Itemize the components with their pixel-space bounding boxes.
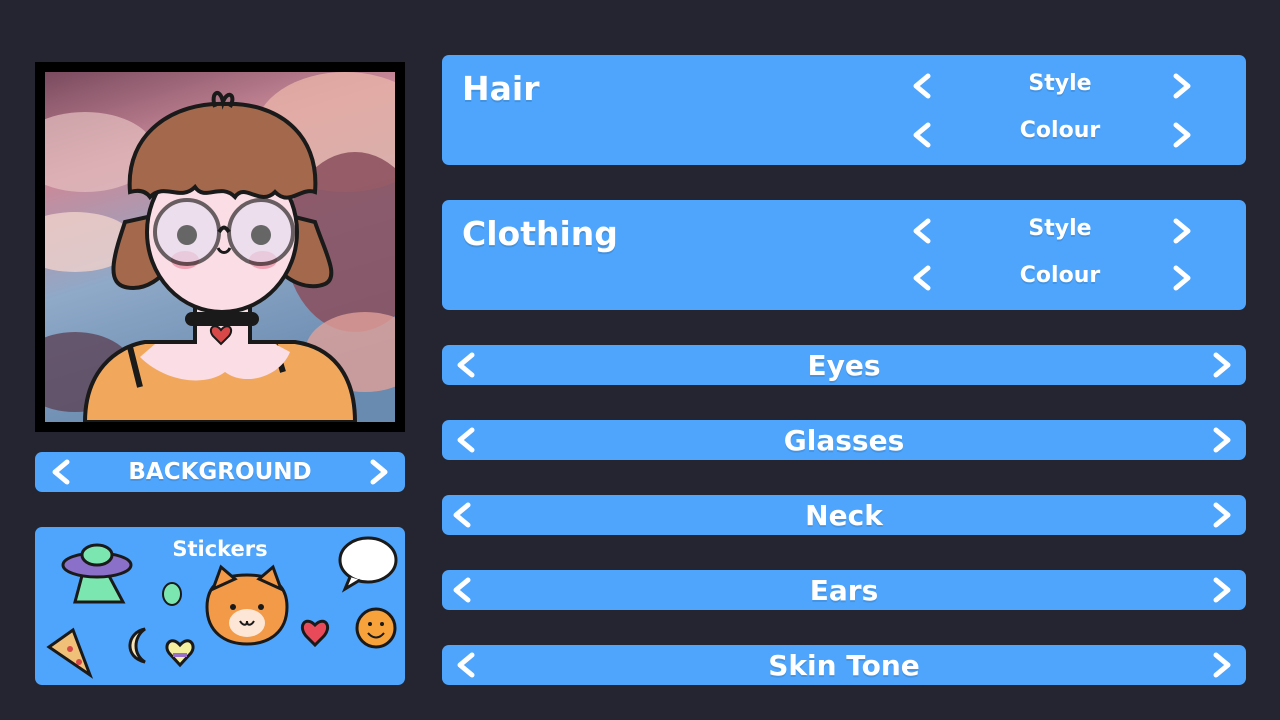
cat-sticker[interactable]	[205, 564, 289, 646]
alien-sticker[interactable]	[162, 582, 182, 606]
eyes-label: Eyes	[807, 348, 881, 382]
hair-style-next-button[interactable]	[1166, 71, 1196, 101]
hair-title: Hair	[462, 69, 540, 108]
background-next-button[interactable]	[363, 457, 393, 487]
hair-style-label: Style	[1028, 71, 1092, 96]
chevron-left-icon	[913, 73, 931, 99]
clothing-colour-label: Colour	[1019, 263, 1101, 288]
chevron-right-icon	[1213, 577, 1231, 603]
neck-next-button[interactable]	[1206, 500, 1236, 530]
skin-tone-label: Skin Tone	[768, 648, 920, 682]
character-preview-image	[45, 72, 395, 422]
chevron-right-icon	[1173, 265, 1191, 291]
neck-label: Neck	[805, 498, 883, 532]
neck-selector: Neck	[442, 495, 1246, 535]
chevron-right-icon	[1173, 73, 1191, 99]
clothing-style-next-button[interactable]	[1166, 216, 1196, 246]
eyes-selector: Eyes	[442, 345, 1246, 385]
eyes-next-button[interactable]	[1206, 350, 1236, 380]
chevron-right-icon	[1213, 502, 1231, 528]
glasses-label: Glasses	[783, 423, 905, 457]
clothing-colour-prev-button[interactable]	[908, 263, 938, 293]
glasses-selector: Glasses	[442, 420, 1246, 460]
stickers-panel: Stickers	[35, 527, 405, 685]
background-selector: BACKGROUND	[35, 452, 405, 492]
background-label: BACKGROUND	[128, 459, 312, 485]
clothing-panel: Clothing Style Colour	[442, 200, 1246, 310]
ears-selector: Ears	[442, 570, 1246, 610]
hair-colour-label: Colour	[1019, 118, 1101, 143]
pizza-sticker[interactable]	[46, 627, 94, 679]
chevron-right-icon	[1213, 352, 1231, 378]
speech-bubble-sticker[interactable]	[338, 536, 398, 593]
ufo-sticker[interactable]	[61, 543, 133, 604]
character-portrait	[35, 62, 405, 432]
clothing-style-label: Style	[1028, 216, 1092, 241]
chevron-left-icon	[913, 265, 931, 291]
skin-tone-next-button[interactable]	[1206, 650, 1236, 680]
glasses-next-button[interactable]	[1206, 425, 1236, 455]
clothing-colour-next-button[interactable]	[1166, 263, 1196, 293]
moon-sticker[interactable]	[128, 627, 146, 664]
clothing-title: Clothing	[462, 214, 618, 253]
chevron-left-icon	[913, 122, 931, 148]
chevron-right-icon	[1173, 218, 1191, 244]
ears-label: Ears	[809, 573, 879, 607]
striped-heart-sticker[interactable]	[165, 639, 195, 668]
skin-tone-selector: Skin Tone	[442, 645, 1246, 685]
ears-next-button[interactable]	[1206, 575, 1236, 605]
chevron-right-icon	[370, 459, 388, 485]
hair-colour-prev-button[interactable]	[908, 120, 938, 150]
heart-sticker[interactable]	[301, 619, 329, 648]
chevron-right-icon	[1173, 122, 1191, 148]
sticker-tray	[46, 536, 398, 679]
hair-style-prev-button[interactable]	[908, 71, 938, 101]
clothing-style-prev-button[interactable]	[908, 216, 938, 246]
smiley-sticker[interactable]	[355, 607, 397, 649]
chevron-left-icon	[913, 218, 931, 244]
hair-colour-next-button[interactable]	[1166, 120, 1196, 150]
chevron-right-icon	[1213, 652, 1231, 678]
hair-panel: Hair Style Colour	[442, 55, 1246, 165]
chevron-right-icon	[1213, 427, 1231, 453]
